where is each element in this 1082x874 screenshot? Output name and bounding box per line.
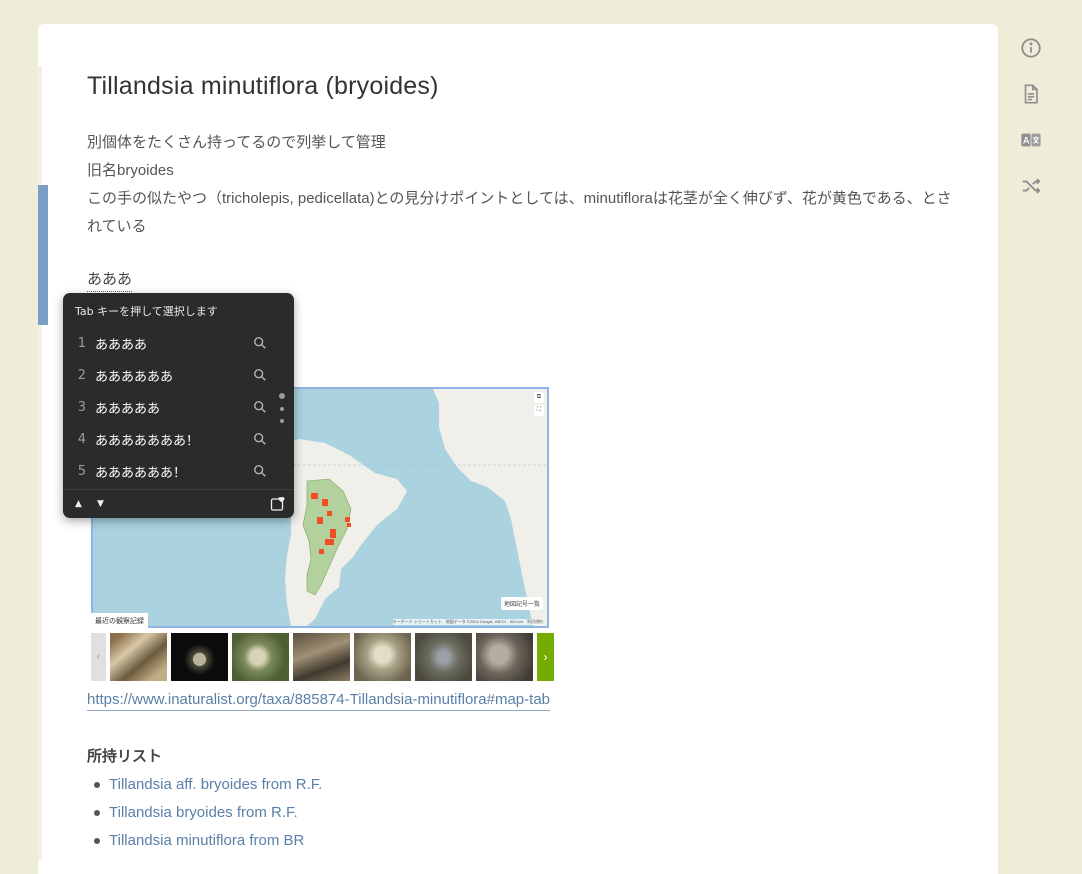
photo-strip-next-button[interactable]: ›	[537, 633, 554, 681]
shuffle-icon[interactable]	[1015, 170, 1047, 202]
note-content: Tillandsia minutiflora (bryoides) 別個体をたく…	[87, 60, 957, 292]
ime-candidate[interactable]: 4 あああああああ！	[63, 423, 273, 455]
observation-photo[interactable]	[476, 633, 533, 681]
scroll-dot	[279, 393, 285, 399]
translate-icon[interactable]	[1015, 124, 1047, 156]
ime-candidate[interactable]: 2 ああああああ	[63, 359, 273, 391]
candidate-text: ああああああ！	[95, 465, 187, 481]
ime-scroll-indicator	[279, 393, 286, 431]
info-icon[interactable]	[1015, 32, 1047, 64]
ime-page-down-button[interactable]: ▼	[97, 499, 104, 509]
observation-photo[interactable]	[293, 633, 350, 681]
observation-cell	[319, 549, 324, 554]
observation-cell	[325, 539, 334, 545]
search-icon[interactable]	[253, 432, 267, 446]
page-title[interactable]: Tillandsia minutiflora (bryoides)	[87, 72, 957, 101]
candidate-text: ああああああ	[95, 369, 174, 385]
owned-item-link[interactable]: Tillandsia aff. bryoides from R.F.	[109, 776, 322, 793]
observation-cell	[327, 511, 332, 516]
scroll-dot	[280, 419, 284, 423]
ime-candidate[interactable]: 3 あああああ	[63, 391, 273, 423]
candidate-number: 1	[77, 335, 86, 351]
document-icon[interactable]	[1015, 78, 1047, 110]
candidate-number: 2	[77, 367, 86, 383]
ime-candidate-window: Tab キーを押して選択します 1 ああああ 2 ああああああ 3 あああああ …	[63, 293, 294, 518]
list-item: Tillandsia bryoides from R.F.	[87, 799, 322, 827]
favorite-icon[interactable]	[270, 496, 286, 512]
active-block-indicator	[38, 185, 48, 325]
observation-photo[interactable]	[415, 633, 472, 681]
composing-text[interactable]: あああ	[87, 269, 133, 292]
owned-list: Tillandsia aff. bryoides from R.F. Tilla…	[87, 771, 322, 855]
search-icon[interactable]	[253, 336, 267, 350]
observation-cell	[317, 517, 323, 524]
candidate-text: ああああ	[95, 337, 148, 353]
list-item: Tillandsia minutiflora from BR	[87, 827, 322, 855]
note-line-1[interactable]: 別個体をたくさん持ってるので列挙して管理	[87, 129, 957, 157]
inaturalist-link[interactable]: https://www.inaturalist.org/taxa/885874-…	[87, 690, 551, 711]
side-toolbar	[1015, 32, 1047, 216]
candidate-number: 3	[77, 399, 86, 415]
map-fullscreen-button[interactable]: ⛶	[533, 405, 544, 416]
observation-photo[interactable]	[110, 633, 167, 681]
owned-list-heading[interactable]: 所持リスト	[87, 745, 162, 766]
owned-item-link[interactable]: Tillandsia minutiflora from BR	[109, 832, 304, 849]
observation-cell	[330, 529, 336, 538]
candidate-number: 4	[77, 431, 86, 447]
observation-photo[interactable]	[354, 633, 411, 681]
ime-candidate[interactable]: 1 ああああ	[63, 327, 273, 359]
observation-cell	[347, 523, 351, 527]
candidate-text: あああああ	[95, 401, 161, 417]
candidate-number: 5	[77, 463, 86, 479]
ime-hint: Tab キーを押して選択します	[75, 305, 218, 318]
observation-photo-strip: ‹ ›	[91, 633, 554, 681]
ime-divider	[63, 489, 294, 490]
ime-candidate[interactable]: 5 ああああああ！	[63, 455, 273, 487]
search-icon[interactable]	[253, 368, 267, 382]
africa-landmass	[433, 389, 547, 626]
candidate-text: あああああああ！	[95, 433, 200, 449]
scroll-dot	[280, 407, 284, 411]
search-icon[interactable]	[253, 400, 267, 414]
ime-page-up-button[interactable]: ▲	[75, 499, 82, 509]
note-line-3[interactable]: この手の似たやつ（tricholepis, pedicellata)との見分けポ…	[87, 185, 957, 241]
list-item: Tillandsia aff. bryoides from R.F.	[87, 771, 322, 799]
observation-photo[interactable]	[171, 633, 228, 681]
recent-observations-label: 最近の観察記録	[91, 613, 148, 629]
map-attribution: キーボード ショートカット 地図データ ©2024 Google, INEGI …	[392, 619, 543, 625]
note-line-2[interactable]: 旧名bryoides	[87, 157, 957, 185]
photo-strip-prev-button[interactable]: ‹	[91, 633, 106, 681]
map-layers-button[interactable]: ⧉	[533, 392, 544, 403]
owned-item-link[interactable]: Tillandsia bryoides from R.F.	[109, 804, 298, 821]
observation-cell	[322, 499, 328, 506]
observation-photo[interactable]	[232, 633, 289, 681]
observation-cell	[311, 493, 318, 499]
observation-cell	[345, 517, 350, 522]
search-icon[interactable]	[253, 464, 267, 478]
map-symbol-list-button[interactable]: 地図記号一覧	[500, 597, 543, 610]
